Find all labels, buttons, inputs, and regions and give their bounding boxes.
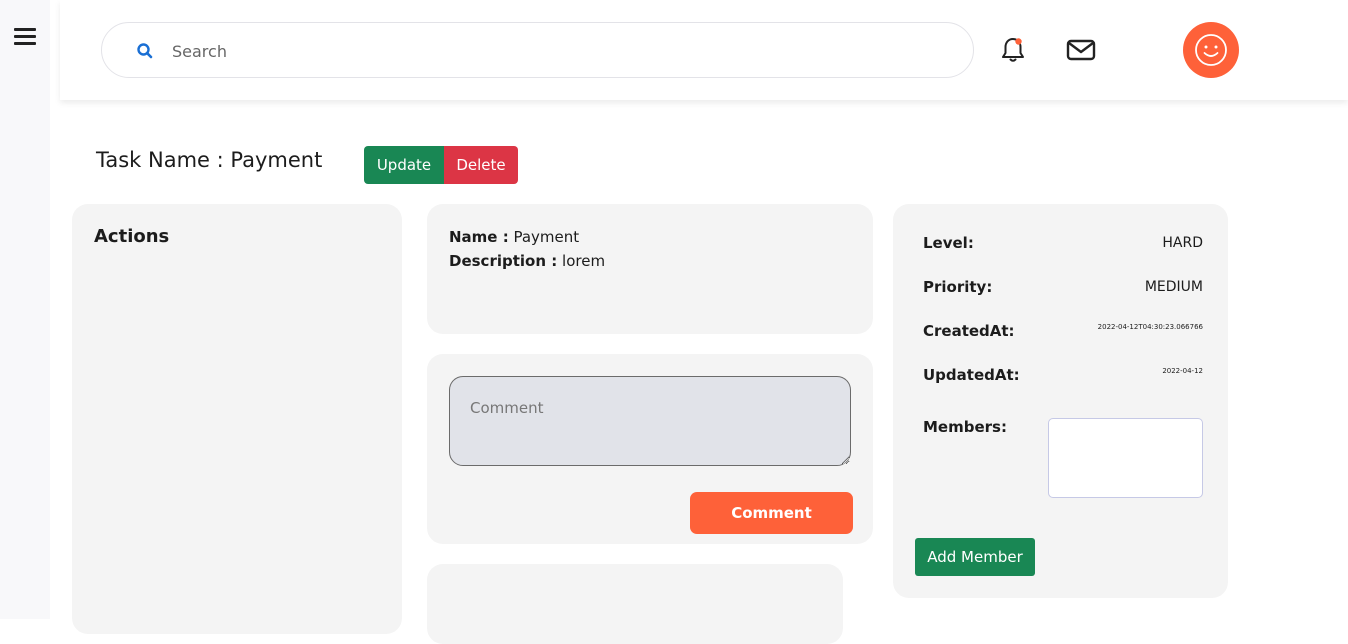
task-details-card: Level: HARD Priority: MEDIUM CreatedAt: … xyxy=(893,204,1228,598)
description-label: Description : xyxy=(449,252,558,270)
task-name-line: Name : Payment xyxy=(449,228,579,246)
name-label: Name : xyxy=(449,228,509,246)
task-description-line: Description : lorem xyxy=(449,252,605,270)
task-title: Task Name : Payment xyxy=(96,148,323,172)
priority-value: MEDIUM xyxy=(1144,279,1203,295)
smiley-face-icon xyxy=(1195,34,1227,66)
search-icon xyxy=(137,43,153,59)
update-button[interactable]: Update xyxy=(364,146,444,184)
delete-button[interactable]: Delete xyxy=(444,146,518,184)
comments-list-card xyxy=(427,564,843,644)
level-value: HARD xyxy=(1162,235,1203,251)
description-value: lorem xyxy=(562,252,606,270)
comment-card: Comment xyxy=(427,354,873,544)
notification-dot xyxy=(1015,38,1022,45)
created-at-value: 2022-04-12T04:30:23.066766 xyxy=(1097,323,1203,331)
members-list[interactable] xyxy=(1048,418,1203,498)
add-member-button[interactable]: Add Member xyxy=(915,538,1035,576)
updated-at-value: 2022-04-12 xyxy=(1162,367,1203,375)
actions-card: Actions xyxy=(72,204,402,634)
top-bar xyxy=(60,0,1348,100)
priority-label: Priority: xyxy=(923,278,993,296)
bell-icon[interactable] xyxy=(1000,36,1026,64)
updated-at-label: UpdatedAt: xyxy=(923,366,1020,384)
name-value: Payment xyxy=(513,228,580,246)
avatar[interactable] xyxy=(1183,22,1239,78)
search-input[interactable] xyxy=(172,38,932,64)
level-label: Level: xyxy=(923,234,974,252)
members-label: Members: xyxy=(923,418,1007,436)
envelope-icon[interactable] xyxy=(1066,38,1096,62)
comment-button[interactable]: Comment xyxy=(690,492,853,534)
comment-input[interactable] xyxy=(449,376,851,466)
task-info-card: Name : Payment Description : lorem xyxy=(427,204,873,334)
hamburger-menu-icon[interactable] xyxy=(14,26,36,46)
sidebar xyxy=(0,0,50,619)
search-bar[interactable] xyxy=(101,22,974,78)
actions-heading: Actions xyxy=(94,226,170,247)
created-at-label: CreatedAt: xyxy=(923,322,1015,340)
